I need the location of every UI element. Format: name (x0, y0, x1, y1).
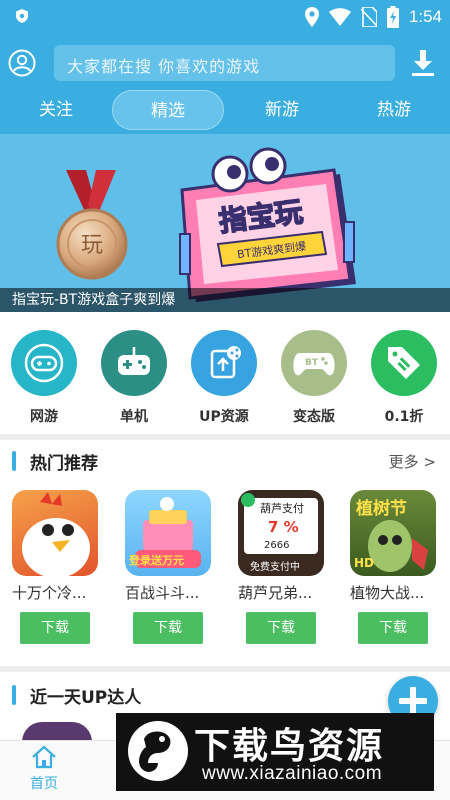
app-icon-foot: 免费支付中 (250, 562, 300, 573)
tab-hot-games[interactable]: 热游 (350, 90, 438, 130)
app-card[interactable]: 登录送万元 百战斗斗... 下载 (125, 490, 223, 650)
app-name: 葫芦兄弟... (238, 584, 313, 602)
app-card[interactable]: 十万个冷... 下载 (12, 490, 110, 650)
tab-follow[interactable]: 关注 (12, 90, 100, 130)
status-bar: 1:54 (0, 0, 450, 34)
promo-banner[interactable]: 玩 指宝玩 BT游戏爽到爆 指宝玩-BT游戏盒子爽到爆 (0, 134, 450, 312)
download-icon[interactable] (410, 48, 436, 78)
app-icon[interactable] (12, 490, 98, 576)
nav-home[interactable]: 首页 (12, 745, 76, 793)
home-icon (32, 745, 56, 769)
header: 大家都在搜 你喜欢的游戏 关注 精选 新游 热游 (0, 34, 450, 134)
up-section-header: 近一天UP达人 (0, 674, 450, 714)
share-icon (191, 330, 257, 396)
category-label: 单机 (120, 409, 148, 425)
category-discount[interactable]: 0.1折 (364, 330, 444, 426)
category-label: 变态版 (293, 409, 335, 425)
app-name: 十万个冷... (12, 584, 87, 602)
user-avatar[interactable] (22, 722, 92, 742)
download-button[interactable]: 下载 (133, 612, 203, 644)
medal-char: 玩 (81, 233, 103, 258)
category-single-player[interactable]: 单机 (94, 330, 174, 426)
app-card[interactable]: 植树节 HD 植物大战... 下载 (350, 490, 448, 650)
battery-charging-icon (386, 6, 399, 28)
app-icon-text: 葫芦支付 (260, 502, 304, 515)
no-sim-icon (360, 7, 377, 27)
app-name: 植物大战... (350, 584, 425, 602)
wifi-icon (328, 8, 351, 26)
clock: 1:54 (408, 7, 442, 26)
category-row: 网游 单机 UP资源 BT 变态版 0.1折 (0, 322, 450, 432)
tab-new-games[interactable]: 新游 (238, 90, 326, 130)
svg-text:BT: BT (305, 358, 319, 368)
tab-featured[interactable]: 精选 (112, 90, 224, 130)
shield-icon (16, 9, 28, 23)
top-tabs: 关注 精选 新游 热游 (0, 90, 450, 130)
download-button[interactable]: 下载 (246, 612, 316, 644)
search-input[interactable]: 大家都在搜 你喜欢的游戏 (54, 45, 395, 81)
hot-section-title: 热门推荐 (30, 454, 98, 474)
more-link[interactable]: 更多 > (389, 451, 436, 472)
category-bt-version[interactable]: BT 变态版 (274, 330, 354, 426)
app-icon-text: 登录送万元 (129, 554, 184, 567)
discount-tag-icon (371, 330, 437, 396)
category-up-resources[interactable]: UP资源 (184, 330, 264, 426)
app-icon-badge: HD (354, 556, 375, 570)
download-button[interactable]: 下载 (20, 612, 90, 644)
notification-badge-icon (241, 493, 255, 507)
category-online-games[interactable]: 网游 (4, 330, 84, 426)
category-label: UP资源 (199, 409, 249, 425)
watermark-title: 下载鸟资源 (194, 726, 385, 767)
app-icon-pct: 7 % (268, 518, 299, 536)
app-card[interactable]: 葫芦支付 7 % 2666 免费支付中 葫芦兄弟... 下载 (238, 490, 336, 650)
category-label: 0.1折 (384, 409, 424, 425)
location-icon (304, 7, 319, 27)
user-avatar-icon[interactable] (8, 49, 36, 77)
bird-logo-icon (128, 721, 188, 781)
category-label: 网游 (30, 409, 58, 425)
search-placeholder: 大家都在搜 你喜欢的游戏 (67, 57, 261, 76)
download-button[interactable]: 下载 (358, 612, 428, 644)
section-accent-bar (12, 451, 16, 471)
banner-artwork: 玩 指宝玩 BT游戏爽到爆 (56, 147, 356, 302)
app-icon-text: 植树节 (356, 499, 407, 519)
app-icon[interactable]: 植树节 HD (350, 490, 436, 576)
gamepad-icon (11, 330, 77, 396)
controller-icon (101, 330, 167, 396)
divider (0, 666, 450, 672)
bt-controller-icon: BT (281, 330, 347, 396)
app-icon[interactable]: 登录送万元 (125, 490, 211, 576)
up-section-title: 近一天UP达人 (30, 688, 142, 708)
app-icon-num: 2666 (264, 540, 290, 551)
nav-home-label: 首页 (30, 776, 58, 792)
watermark: 下载鸟资源 www.xiazainiao.com (116, 713, 434, 791)
app-name: 百战斗斗... (125, 584, 200, 602)
app-icon[interactable]: 葫芦支付 7 % 2666 免费支付中 (238, 490, 324, 576)
hot-section-header: 热门推荐 更多 > (0, 440, 450, 480)
banner-caption: 指宝玩-BT游戏盒子爽到爆 (0, 288, 450, 312)
section-accent-bar (12, 685, 16, 705)
watermark-url: www.xiazainiao.com (202, 763, 383, 784)
